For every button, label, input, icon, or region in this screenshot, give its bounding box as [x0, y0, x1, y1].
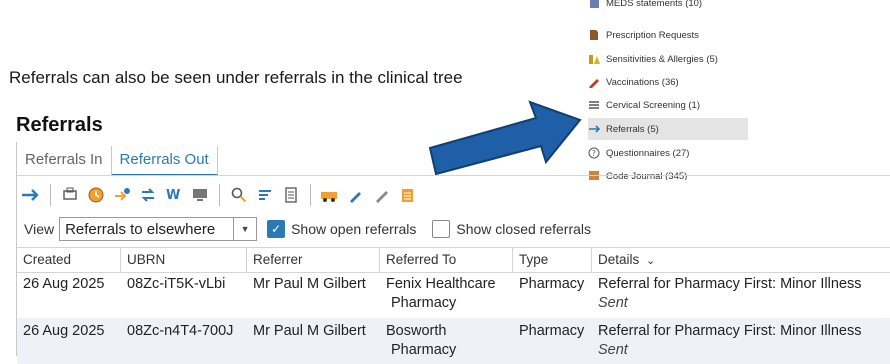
cell-type: Pharmacy	[519, 276, 585, 292]
forward-icon[interactable]	[112, 185, 132, 205]
pencil-icon[interactable]	[372, 185, 392, 205]
column-details[interactable]: Details ⌄	[592, 248, 890, 272]
referred-to-line1: Bosworth	[386, 323, 447, 339]
tree-item-label: MEDS statements (10)	[606, 0, 703, 9]
column-referred-to[interactable]: Referred To	[380, 248, 513, 272]
tree-item-referrals[interactable]: Referrals (5)	[588, 118, 748, 140]
tree-item-label: Referrals (5)	[606, 123, 659, 135]
table-row[interactable]: 26 Aug 2025 08Zc-n4T4-700J Mr Paul M Gil…	[17, 318, 890, 364]
view-label: View	[24, 221, 55, 237]
tab-bar: Referrals In Referrals Out	[17, 146, 218, 176]
print-icon[interactable]	[60, 185, 80, 205]
cell-created: 26 Aug 2025	[23, 323, 105, 339]
column-created[interactable]: Created	[17, 248, 121, 272]
prescription-icon	[588, 29, 600, 41]
tree-item-label: Vaccinations (36)	[606, 76, 679, 88]
tree-item-cervical-screening[interactable]: Cervical Screening (1)	[588, 94, 748, 116]
cell-referred-to: Bosworth Pharmacy	[380, 318, 456, 361]
show-open-label: Show open referrals	[291, 221, 417, 237]
screening-icon	[588, 99, 600, 111]
cell-type: Pharmacy	[519, 323, 585, 339]
table-header: Created UBRN Referrer Referred To Type D…	[17, 247, 890, 273]
tree-item-meds[interactable]: MEDS statements (10)	[588, 0, 748, 14]
write-icon[interactable]: W	[164, 185, 184, 205]
toolbar: W	[21, 182, 418, 208]
referred-to-line2: Pharmacy	[391, 295, 457, 311]
chevron-down-icon: ⌄	[646, 255, 656, 267]
toolbar-divider	[219, 184, 220, 206]
cell-referrer: Mr Paul M Gilbert	[253, 323, 366, 339]
arrow-right-icon[interactable]	[21, 185, 41, 205]
transfer-icon[interactable]	[138, 185, 158, 205]
document-icon[interactable]	[281, 185, 301, 205]
allergy-icon	[588, 53, 600, 65]
details-text: Referral for Pharmacy First: Minor Illne…	[598, 323, 862, 339]
clock-warning-icon[interactable]	[86, 185, 106, 205]
tree-item-label: Sensitivities & Allergies (5)	[606, 53, 718, 65]
cell-details: Referral for Pharmacy First: Minor Illne…	[592, 318, 861, 361]
cell-referred-to: Fenix Healthcare Pharmacy	[380, 271, 496, 314]
referred-to-line1: Fenix Healthcare	[386, 276, 496, 292]
column-ubrn[interactable]: UBRN	[121, 248, 247, 272]
tree-item-vaccinations[interactable]: Vaccinations (36)	[588, 71, 748, 93]
show-open-checkbox[interactable]: ✓ Show open referrals	[267, 220, 416, 238]
cell-details: Referral for Pharmacy First: Minor Illne…	[592, 271, 861, 314]
tab-referrals-out[interactable]: Referrals Out	[110, 146, 218, 176]
empty-checkbox-icon[interactable]	[432, 220, 451, 238]
chevron-down-icon[interactable]: ▼	[233, 218, 256, 240]
sort-icon[interactable]	[255, 185, 275, 205]
ambulance-icon[interactable]	[320, 185, 340, 205]
view-select[interactable]: Referrals to elsewhere ▼	[59, 217, 258, 241]
checkmark-icon[interactable]: ✓	[267, 220, 286, 238]
show-closed-label: Show closed referrals	[456, 221, 592, 237]
cell-created: 26 Aug 2025	[23, 276, 105, 292]
column-details-label: Details	[598, 252, 640, 267]
status-text: Sent	[598, 342, 628, 358]
column-referrer[interactable]: Referrer	[247, 248, 380, 272]
tab-divider	[17, 175, 890, 176]
page-title: Referrals	[16, 114, 103, 136]
cell-referrer: Mr Paul M Gilbert	[253, 276, 366, 292]
pen-icon[interactable]	[346, 185, 366, 205]
status-text: Sent	[598, 295, 628, 311]
tree-item-label: Prescription Requests	[606, 29, 699, 41]
meds-icon	[588, 0, 600, 9]
table-row[interactable]: 26 Aug 2025 08Zc-iT5K-vLbi Mr Paul M Gil…	[17, 271, 890, 317]
clipboard-icon[interactable]	[398, 185, 418, 205]
referrals-panel: Referrals In Referrals Out W View Referr…	[16, 142, 890, 364]
column-type[interactable]: Type	[513, 248, 592, 272]
caption-text: Referrals can also be seen under referra…	[9, 68, 463, 87]
cell-ubrn: 08Zc-n4T4-700J	[127, 323, 234, 339]
search-icon[interactable]	[229, 185, 249, 205]
filter-bar: View Referrals to elsewhere ▼ ✓ Show ope…	[17, 216, 591, 242]
tree-item-label: Cervical Screening (1)	[606, 99, 700, 111]
show-closed-checkbox[interactable]: Show closed referrals	[432, 220, 591, 238]
referred-to-line2: Pharmacy	[391, 342, 457, 358]
view-select-value: Referrals to elsewhere	[65, 220, 216, 238]
toolbar-divider	[310, 184, 311, 206]
toolbar-divider	[50, 184, 51, 206]
details-text: Referral for Pharmacy First: Minor Illne…	[598, 276, 862, 292]
monitor-icon[interactable]	[190, 185, 210, 205]
tree-item-sensitivities[interactable]: Sensitivities & Allergies (5)	[588, 48, 748, 70]
arrow-right-icon	[588, 123, 600, 135]
tab-referrals-in[interactable]: Referrals In	[17, 146, 111, 174]
vaccination-icon	[588, 76, 600, 88]
cell-ubrn: 08Zc-iT5K-vLbi	[127, 276, 226, 292]
tree-item-prescription-requests[interactable]: Prescription Requests	[588, 24, 748, 46]
svg-text:W: W	[166, 188, 180, 203]
